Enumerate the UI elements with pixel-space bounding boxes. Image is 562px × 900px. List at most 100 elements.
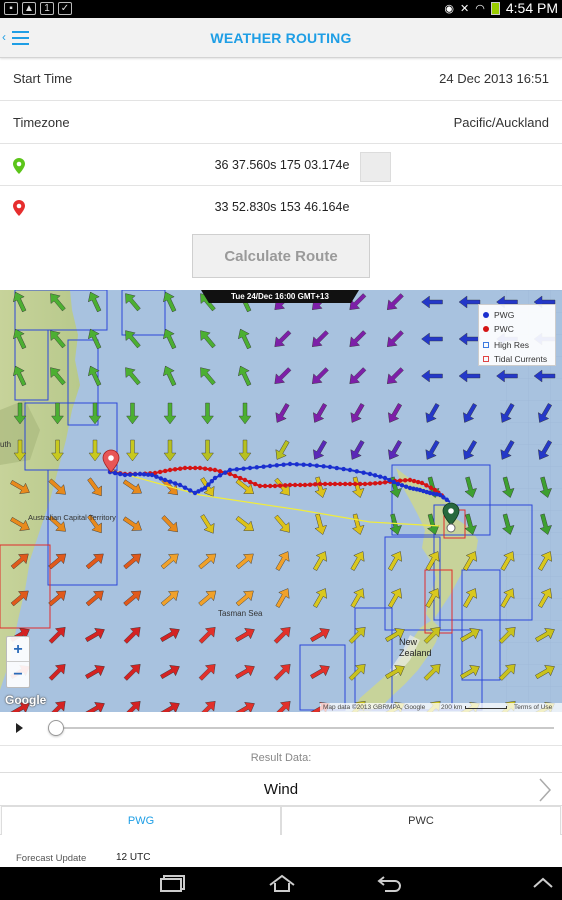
map-label-tasman: Tasman Sea [218, 609, 263, 618]
terms-link[interactable]: Terms of Use [514, 703, 552, 712]
pwc-route-point [352, 481, 358, 487]
pwc-route-point [202, 466, 208, 471]
pwg-route-point [334, 465, 339, 471]
gps-location-button[interactable] [360, 152, 391, 182]
time-slider-thumb[interactable] [48, 720, 64, 736]
pwg-route-point [137, 471, 143, 477]
keyboard-hide-icon[interactable] [532, 877, 554, 889]
pwc-route-point [247, 479, 253, 485]
pwc-route-point [332, 481, 338, 487]
start-time-label: Start Time [13, 71, 73, 86]
zoom-in-button[interactable]: + [7, 637, 29, 662]
pwc-route-point [197, 465, 203, 471]
tab-pwg[interactable]: PWG [1, 806, 281, 835]
pwc-route-point [208, 467, 213, 472]
legend-high-res: High Res [494, 340, 529, 350]
pwc-route-point [367, 481, 373, 486]
forecast-update-label: Forecast Update [16, 853, 87, 864]
tidal-legend-square [483, 356, 489, 362]
pwc-route-point [313, 482, 318, 487]
pwc-route-point [268, 483, 273, 489]
pwc-route-point [277, 483, 283, 488]
pwc-route-point [212, 467, 218, 473]
pwg-route-point [162, 477, 168, 483]
timezone-label: Timezone [13, 115, 70, 130]
pwg-route-point [118, 471, 123, 477]
end-point-row: 33 52.830s 153 46.164e [0, 186, 562, 228]
legend-tidal: Tidal Currents [494, 354, 548, 364]
pwg-route-point [177, 482, 183, 488]
home-icon[interactable] [268, 874, 296, 892]
pwc-legend-dot [483, 326, 489, 332]
forecast-update-value: 12 UTC [116, 852, 151, 863]
pwc-route-point [232, 473, 238, 479]
pwg-route-point [372, 473, 378, 478]
timezone-row[interactable]: Timezone Pacific/Auckland [0, 101, 562, 144]
model-tabs: PWG PWC [0, 806, 562, 835]
pwg-route-point [206, 482, 211, 487]
pwg-route-point [247, 465, 253, 471]
zoom-control: + − [6, 636, 30, 688]
start-point-input[interactable]: 36 37.560s 175 03.174e [212, 150, 352, 180]
pwc-route-point [157, 469, 163, 475]
calculate-route-button[interactable]: Calculate Route [192, 234, 370, 278]
pwc-route-point [358, 481, 363, 487]
pwg-route-point [209, 479, 214, 484]
google-logo: Google [5, 693, 47, 707]
play-icon[interactable] [16, 723, 23, 733]
pwg-route-point [314, 463, 319, 468]
pwc-route-point [242, 477, 248, 483]
pwg-route-point [341, 466, 346, 472]
time-slider-track[interactable] [54, 727, 554, 729]
start-time-value[interactable]: 24 Dec 2013 16:51 [439, 71, 549, 86]
back-icon[interactable] [377, 874, 403, 892]
pwg-route-point [217, 473, 223, 478]
pwg-route-point [347, 467, 353, 473]
pwg-route-point [254, 465, 259, 470]
pwg-route-point [391, 479, 397, 485]
pwc-route-point [227, 471, 233, 477]
zoom-out-button[interactable]: − [7, 662, 29, 687]
end-point-input[interactable]: 33 52.830s 153 46.164e [212, 192, 352, 222]
pwc-route-point [302, 482, 308, 488]
start-pin-icon [13, 158, 25, 174]
timezone-value[interactable]: Pacific/Auckland [454, 115, 549, 130]
pwg-route-point [274, 463, 279, 468]
pwg-legend-dot [483, 312, 489, 318]
pwc-route-point [217, 469, 223, 474]
forecast-update-row: Forecast Update 12 UTC [0, 835, 562, 867]
tab-pwc[interactable]: PWC [281, 806, 561, 835]
pwc-route-point [362, 481, 368, 487]
recent-apps-icon[interactable] [160, 874, 186, 892]
current-position-icon [446, 523, 456, 533]
result-type-selector[interactable]: Wind [0, 772, 562, 806]
pwg-route-point [327, 464, 333, 470]
chevron-right-icon[interactable] [538, 777, 552, 803]
pwg-route-point [444, 497, 449, 502]
pwc-route-point [328, 481, 333, 487]
pwc-route-point [347, 481, 353, 487]
pwc-route-point [407, 477, 413, 483]
result-type-value: Wind [263, 781, 299, 798]
pwg-route-point [234, 467, 239, 472]
page-title: WEATHER ROUTING [210, 30, 352, 46]
pwg-route-point [287, 461, 293, 467]
pwg-route-point [395, 481, 401, 487]
map-time-label: Tue 24/Dec 16:00 GMT+13 [201, 290, 359, 303]
start-time-row[interactable]: Start Time 24 Dec 2013 16:51 [0, 58, 562, 101]
calendar-icon: 1 [40, 2, 54, 15]
mute-icon: ✕ [460, 2, 470, 15]
pwc-route-point [382, 480, 388, 485]
wifi-icon: ◠ [475, 2, 485, 15]
pwg-route-point [112, 470, 118, 476]
result-data-label: Result Data: [250, 752, 312, 764]
pwc-route-point [424, 483, 429, 488]
high-res-legend-square [483, 342, 489, 348]
pwg-route-point [354, 469, 359, 474]
pwc-route-point [419, 480, 425, 486]
pwg-route-point [212, 475, 218, 481]
pwg-route-point [378, 474, 383, 479]
pwg-route-point [141, 472, 147, 477]
pwg-route-point [145, 472, 151, 477]
pwc-route-point [283, 483, 288, 488]
